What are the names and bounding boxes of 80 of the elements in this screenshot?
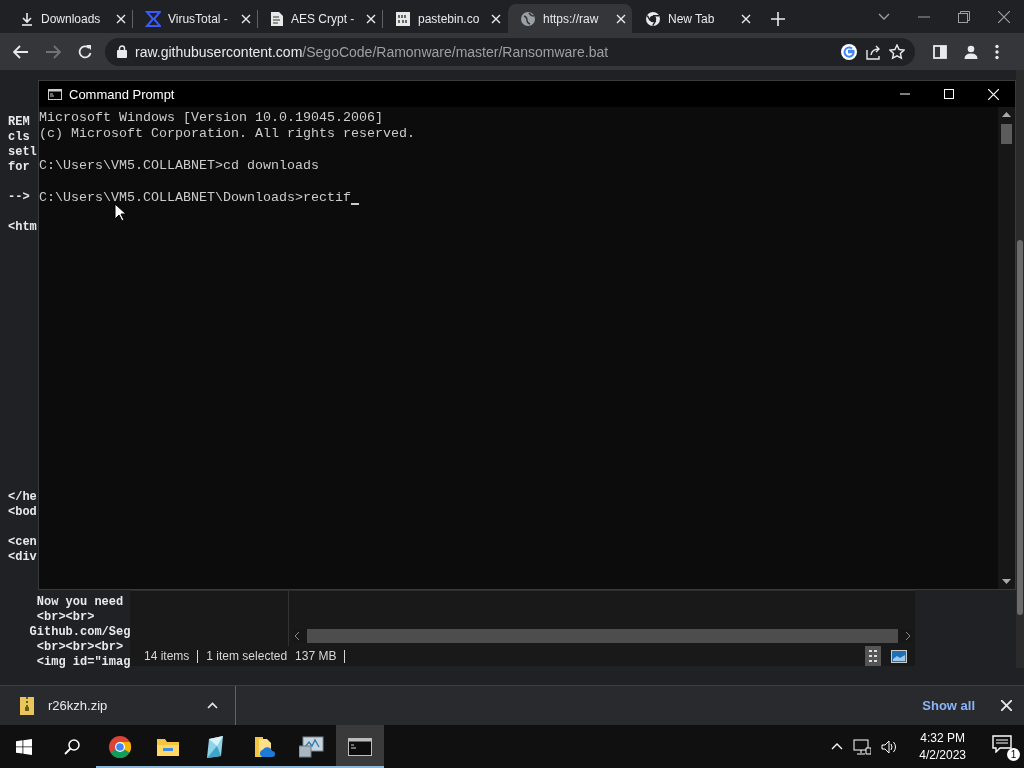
back-icon[interactable]: [13, 44, 29, 59]
code-line: <cen: [8, 535, 37, 550]
cloud-folder-icon[interactable]: [253, 734, 275, 759]
selection-size: 137 MB: [295, 649, 337, 663]
monitor-icon[interactable]: [299, 735, 325, 758]
code-line: <img id="imag: [35, 655, 131, 670]
scroll-thumb[interactable]: [1001, 124, 1012, 144]
document-icon: [270, 10, 284, 27]
mouse-pointer-icon: [114, 203, 126, 222]
browser-tab[interactable]: AES Crypt -: [258, 4, 382, 33]
network-icon[interactable]: [853, 738, 872, 755]
caret-up-icon[interactable]: [207, 702, 218, 709]
browser-tab[interactable]: pastebin.co: [383, 4, 507, 33]
search-icon[interactable]: [64, 738, 80, 755]
chrome-icon[interactable]: [108, 734, 132, 759]
browser-tab[interactable]: VirusTotal -: [133, 4, 257, 33]
browser-tab[interactable]: New Tab: [633, 4, 757, 33]
menu-icon[interactable]: [995, 43, 999, 60]
new-tab-icon[interactable]: [771, 11, 785, 26]
terminal-icon[interactable]: [348, 737, 372, 756]
sidebar-icon[interactable]: [933, 44, 947, 59]
scroll-down-icon[interactable]: [1002, 579, 1011, 584]
download-icon: [20, 11, 34, 26]
notification-count: 1: [1007, 747, 1020, 761]
code-line: Now you need: [35, 595, 124, 610]
scrollbar[interactable]: [1016, 70, 1024, 668]
code-line: -->: [8, 190, 30, 205]
minimize-icon[interactable]: [918, 15, 930, 18]
reload-icon[interactable]: [77, 43, 93, 60]
item-count: 14 items: [144, 649, 190, 663]
forward-icon[interactable]: [45, 44, 61, 59]
console-line: C:\Users\VM5.COLLABNET>cd downloads: [39, 158, 319, 174]
chevron-down-icon[interactable]: [878, 12, 890, 21]
clock[interactable]: 4:32 PM 4/2/2023: [907, 729, 978, 764]
code-line: for: [8, 160, 30, 175]
globe-icon: [520, 10, 536, 27]
console-line: Microsoft Windows [Version 10.0.19045.2006]: [39, 110, 383, 126]
chrome-icon: [645, 10, 661, 27]
scroll-left-icon[interactable]: [293, 631, 301, 641]
code-line: <htm: [8, 220, 37, 235]
code-line: </he: [8, 490, 37, 505]
close-icon[interactable]: [998, 10, 1010, 23]
browser-tab[interactable]: Downloads: [8, 4, 132, 33]
lock-icon[interactable]: [117, 45, 127, 58]
console-line: C:\Users\VM5.COLLABNET\Downloads>rectif: [39, 190, 351, 206]
large-icons-view-icon[interactable]: [891, 649, 907, 663]
restore-icon[interactable]: [958, 10, 970, 23]
code-line: <div: [8, 550, 37, 565]
code-line: setl: [8, 145, 37, 160]
code-line: REM: [8, 115, 30, 130]
maximize-icon[interactable]: [944, 89, 954, 99]
scrollbar[interactable]: [998, 107, 1015, 589]
windows-start-icon[interactable]: [16, 738, 32, 755]
code-line: Github.com/Seg: [28, 625, 131, 640]
code-line: <br><br>: [35, 610, 95, 625]
folder-icon[interactable]: [156, 736, 180, 757]
zip-file-icon: [20, 696, 34, 715]
horizontal-scrollbar[interactable]: [293, 629, 912, 643]
show-all-link[interactable]: Show all: [922, 698, 975, 713]
window-title: Command Prompt: [69, 86, 175, 102]
binary-icon: [395, 10, 411, 27]
code-line: <bod: [8, 505, 37, 520]
share-icon[interactable]: [865, 43, 881, 60]
title-bar[interactable]: Command Prompt: [39, 81, 1015, 107]
code-line: cls: [8, 130, 30, 145]
scroll-up-icon[interactable]: [1002, 112, 1011, 117]
details-view-icon[interactable]: [865, 646, 881, 666]
terminal-icon: [48, 88, 62, 100]
console-line: (c) Microsoft Corporation. All rights reserved.: [39, 126, 415, 142]
scroll-right-icon[interactable]: [904, 631, 912, 641]
profile-icon[interactable]: [963, 43, 979, 60]
notification-icon[interactable]: [992, 734, 1012, 753]
star-icon[interactable]: [889, 43, 905, 60]
chevron-up-icon[interactable]: [831, 743, 844, 750]
code-line: <br><br><br>: [35, 640, 124, 655]
volume-icon[interactable]: [881, 739, 898, 754]
selection-status: 1 item selected: [206, 649, 288, 663]
google-icon[interactable]: [841, 43, 857, 60]
browser-tab[interactable]: https://raw: [508, 4, 632, 33]
address-bar[interactable]: raw.githubusercontent.com/SegoCode/Ramonware/master/Ransomware.bat: [105, 37, 915, 66]
